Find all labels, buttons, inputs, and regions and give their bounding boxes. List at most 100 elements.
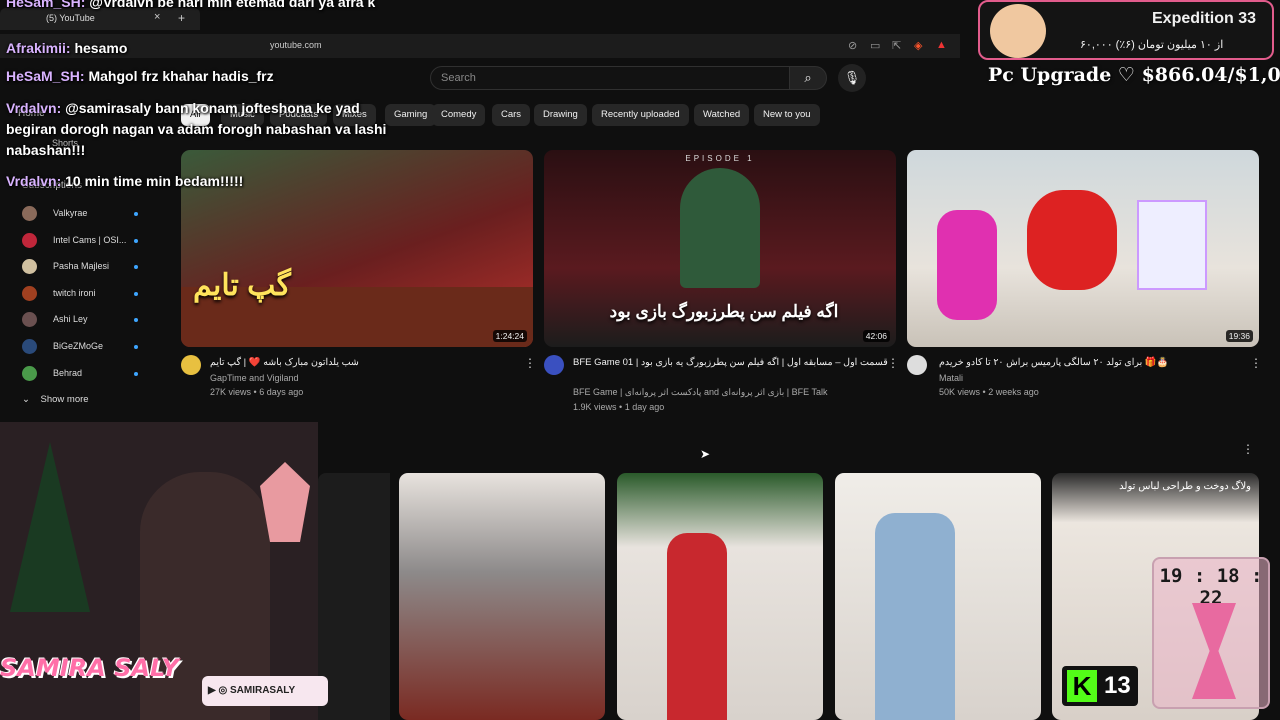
- extension-icon[interactable]: ⊘: [848, 39, 857, 52]
- short-thumbnail[interactable]: [617, 473, 823, 720]
- video-duration: 42:06: [862, 330, 890, 342]
- chat-username: HeSam_SH:: [6, 0, 86, 10]
- chat-message: Vrdalvn: @samirasaly bann konam joftesho…: [6, 100, 360, 116]
- close-tab-icon[interactable]: ×: [154, 11, 160, 23]
- brave-icon[interactable]: ◈: [914, 39, 922, 52]
- channel-name[interactable]: BFE Game | پادکست اثر پروانه‌ای and بازی…: [573, 387, 827, 398]
- channel-avatar[interactable]: [544, 355, 564, 375]
- kick-badge: K 13: [1062, 666, 1138, 706]
- chat-text: 10 min time min bedam!!!!!: [65, 173, 244, 189]
- video-duration: 19:36: [1225, 330, 1253, 342]
- sidebar-subscription-item[interactable]: BiGeZMoGe: [22, 337, 152, 357]
- live-dot-icon: [134, 291, 138, 296]
- person-shape: [875, 513, 955, 720]
- upload-age: 2 weeks ago: [988, 387, 1039, 397]
- sidebar-subscription-item[interactable]: Valkyrae: [22, 204, 152, 224]
- thumb-overlay-text: اگه فیلم سن پطرزبورگ بازی بود: [609, 302, 839, 321]
- filter-chip[interactable]: Watched: [694, 104, 750, 126]
- live-dot-icon: [134, 265, 138, 270]
- short-thumbnail[interactable]: [835, 473, 1041, 720]
- show-more-label: Show more: [40, 394, 89, 405]
- channel-avatar[interactable]: [181, 355, 201, 375]
- subscription-name: Pasha Majlesi: [53, 261, 110, 272]
- more-options-icon[interactable]: ⋮: [524, 356, 536, 370]
- filter-chip[interactable]: Cars: [492, 104, 531, 126]
- avatar: [22, 365, 37, 381]
- filter-chip[interactable]: Recently uploaded: [592, 104, 689, 126]
- avatar: [22, 312, 37, 328]
- show-more-button[interactable]: ⌄ Show more: [22, 394, 89, 405]
- person-shape: [667, 533, 727, 720]
- cast-icon[interactable]: ▭: [870, 39, 880, 52]
- sidebar-subscription-item[interactable]: Behrad: [22, 364, 152, 384]
- more-options-icon[interactable]: ⋮: [1250, 356, 1262, 370]
- avatar: [22, 259, 37, 275]
- video-thumbnail[interactable]: 19:36: [907, 150, 1259, 347]
- channel-avatar[interactable]: [907, 355, 927, 375]
- short-thumbnail[interactable]: [318, 473, 390, 720]
- subscription-name: Behrad: [53, 367, 83, 378]
- episode-label: EPISODE 1: [685, 154, 755, 163]
- search-input[interactable]: Search: [430, 66, 790, 90]
- search-icon[interactable]: ⌕: [789, 66, 827, 90]
- view-count: 50K views: [939, 387, 981, 397]
- expedition-subtitle: ۶۰,۰۰۰ از ۱۰ میلیون تومان (۶٪): [1080, 39, 1224, 51]
- expedition-title: Expedition 33: [1152, 10, 1257, 27]
- chat-message: Vrdalvn: 10 min time min bedam!!!!!: [6, 173, 243, 189]
- social-handle: ▶ ◎ SAMIRASALY: [202, 676, 328, 706]
- tab-title: (5) YouTube: [46, 13, 95, 23]
- subscription-name: Ashi Ley: [53, 314, 88, 325]
- donation-goal: Pc Upgrade ♡ $866.04/$1,000: [988, 64, 1280, 86]
- video-meta: 50K views • 2 weeks ago: [939, 387, 1039, 397]
- video-title[interactable]: BFE Game 01 | قسمت اول – مسابقه اول | اگ…: [573, 357, 888, 368]
- video-title[interactable]: شب یلداتون مبارک باشه ❤️ | گپ تایم: [210, 357, 359, 368]
- mic-icon[interactable]: 🎙: [838, 64, 866, 92]
- upload-age: 1 day ago: [624, 402, 665, 412]
- search-placeholder: Search: [441, 72, 476, 84]
- video-meta: 27K views • 6 days ago: [210, 387, 304, 397]
- sidebar-subscription-item[interactable]: twitch ironi: [22, 284, 152, 304]
- pc-case-shape: [1137, 200, 1207, 290]
- sidebar-subscription-item[interactable]: Ashi Ley: [22, 310, 152, 330]
- shorts-more-icon[interactable]: ⋮: [1242, 442, 1254, 456]
- filter-chip[interactable]: Gaming: [385, 104, 437, 126]
- sidebar-subscription-item[interactable]: Intel Cams | OSI...: [22, 231, 152, 251]
- avatar: [990, 4, 1046, 58]
- live-dot-icon: [134, 212, 138, 216]
- kick-count: 13: [1104, 672, 1131, 699]
- kick-icon: K: [1067, 670, 1097, 702]
- short-thumbnail[interactable]: [399, 473, 605, 720]
- share-icon[interactable]: ⇱: [892, 39, 901, 52]
- chat-message: HeSam_SH: @Vrdalvn be nari min etemad da…: [6, 0, 375, 10]
- subscription-name: twitch ironi: [53, 287, 96, 298]
- url-text: youtube.com: [270, 40, 322, 50]
- rewards-icon[interactable]: ▲: [936, 39, 947, 51]
- mouse-cursor-icon: ➤: [700, 447, 711, 461]
- browser-tab[interactable]: (5) YouTube × +: [0, 8, 200, 30]
- chat-text: nabashan!!!: [6, 142, 86, 158]
- christmas-tree-shape: [10, 442, 90, 612]
- chat-text: hesamo: [74, 40, 128, 56]
- new-tab-button[interactable]: +: [178, 11, 185, 25]
- video-meta: 1.9K views • 1 day ago: [573, 402, 665, 412]
- sidebar-subscription-item[interactable]: Pasha Majlesi: [22, 257, 152, 277]
- chat-username: Vrdalvn:: [6, 173, 62, 189]
- video-title[interactable]: برای تولد ۲۰ سالگی پارمیس براش ۲۰ تا کاد…: [939, 357, 1169, 368]
- person-shape: [937, 210, 997, 320]
- video-thumbnail[interactable]: EPISODE 1 اگه فیلم سن پطرزبورگ بازی بود …: [544, 150, 896, 347]
- balloons-shape: [1027, 190, 1117, 290]
- chat-username: Vrdalvn:: [6, 100, 62, 116]
- upload-age: 6 days ago: [259, 387, 304, 397]
- filter-chip[interactable]: Drawing: [534, 104, 587, 126]
- filter-chip[interactable]: New to you: [754, 104, 820, 126]
- avatar: [22, 339, 37, 354]
- chat-username: HeSaM_SH:: [6, 68, 85, 84]
- channel-name[interactable]: Matali: [939, 373, 963, 383]
- hourglass-icon: [1192, 603, 1236, 699]
- avatar: [22, 232, 37, 248]
- address-bar[interactable]: youtube.com ⊘ ▭ ⇱ ◈ ▲: [0, 34, 960, 58]
- channel-name[interactable]: GapTime and Vigiland: [210, 373, 299, 383]
- filter-chip[interactable]: Comedy: [432, 104, 486, 126]
- more-options-icon[interactable]: ⋮: [887, 356, 899, 370]
- hourglass-timer: 19 : 18 : 22: [1152, 557, 1270, 709]
